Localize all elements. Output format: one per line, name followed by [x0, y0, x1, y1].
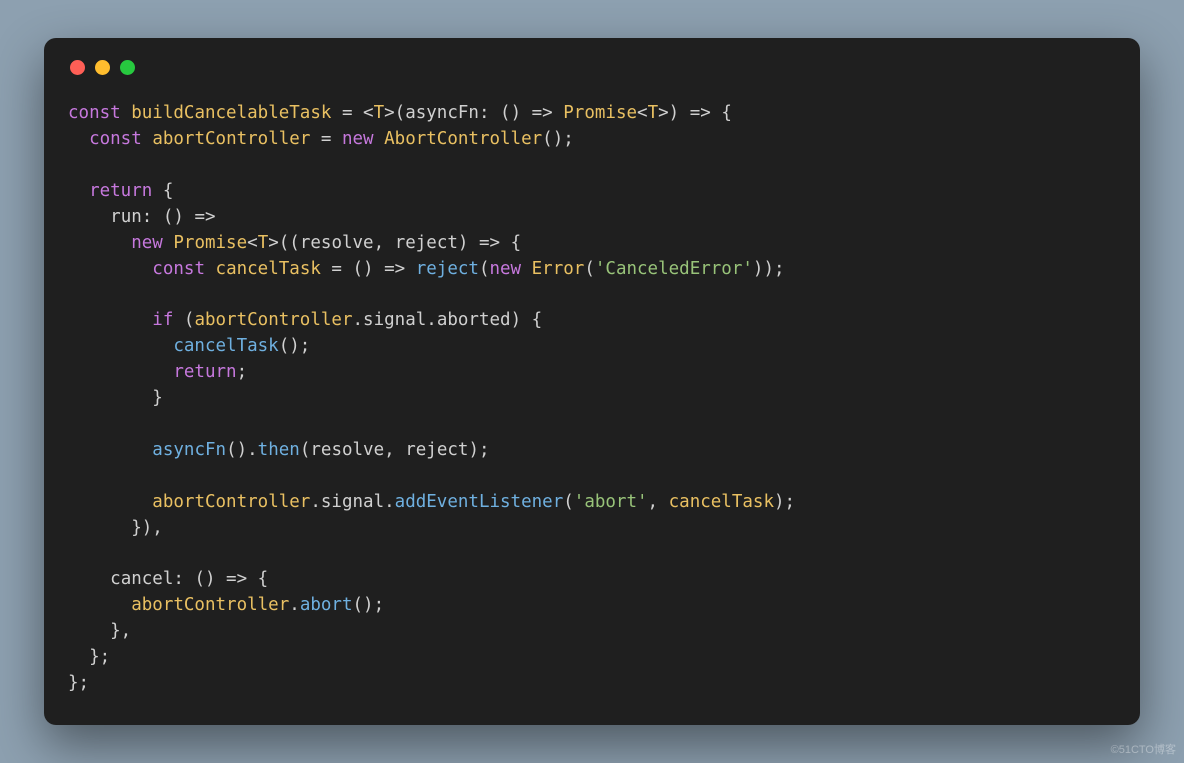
watermark: ©51CTO博客 [1111, 741, 1176, 757]
minimize-icon[interactable] [95, 60, 110, 75]
code-content: const buildCancelableTask = <T>(asyncFn:… [68, 101, 1116, 696]
traffic-lights [70, 60, 1116, 75]
code-window: const buildCancelableTask = <T>(asyncFn:… [44, 38, 1140, 724]
zoom-icon[interactable] [120, 60, 135, 75]
close-icon[interactable] [70, 60, 85, 75]
